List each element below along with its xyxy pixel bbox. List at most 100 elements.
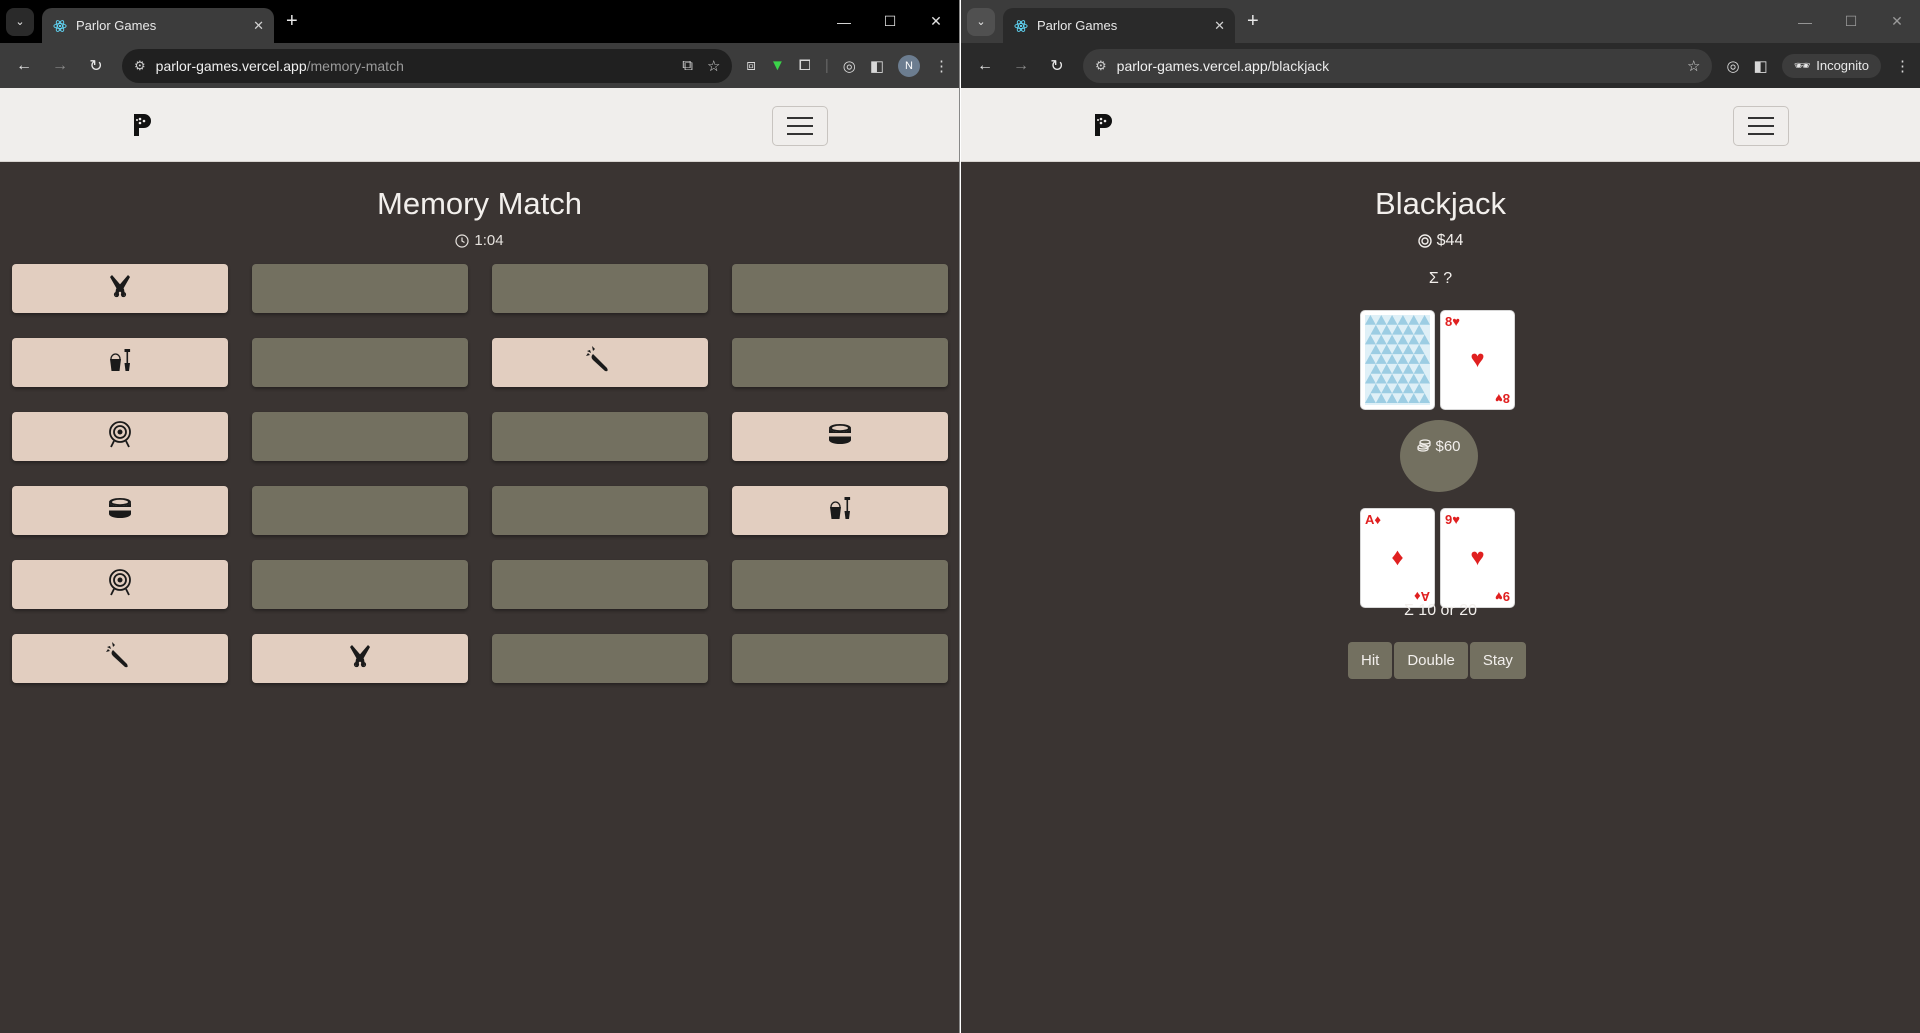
memory-tile-hidden[interactable]: [492, 634, 708, 683]
url-host: parlor-games.vercel.app: [1116, 57, 1268, 74]
double-button[interactable]: Double: [1394, 642, 1468, 679]
browser-window-blackjack: ⌄ Parlor Games ✕ + — ☐ ✕ ← → ↻ ⚙ parlor-…: [961, 0, 1920, 1033]
memory-tile-hidden[interactable]: [492, 264, 708, 313]
stay-button[interactable]: Stay: [1469, 642, 1526, 679]
menu-toggle-button[interactable]: [1733, 106, 1789, 146]
minimize-button[interactable]: —: [821, 0, 867, 43]
address-bar[interactable]: ⚙ parlor-games.vercel.app/blackjack ☆: [1083, 48, 1713, 83]
forward-button[interactable]: →: [1007, 52, 1035, 80]
tab-close-icon[interactable]: ✕: [253, 18, 264, 34]
bet-amount: $60: [1435, 438, 1461, 455]
parlor-logo-icon[interactable]: [130, 112, 156, 138]
memory-tile-hidden[interactable]: [252, 486, 468, 535]
archery-target-icon: [105, 419, 135, 454]
forward-button[interactable]: →: [46, 52, 74, 80]
memory-tile-revealed[interactable]: [12, 560, 228, 609]
card-corner-top: 8♥: [1445, 314, 1460, 329]
bookmark-star-icon[interactable]: ☆: [1687, 57, 1700, 75]
card-corner-bottom: 8♥: [1495, 391, 1510, 406]
reload-button[interactable]: ↻: [1043, 52, 1071, 80]
side-panel-icon[interactable]: ◧: [1754, 57, 1768, 75]
extension-icon[interactable]: ⧈: [746, 57, 756, 74]
incognito-label: Incognito: [1816, 58, 1869, 73]
memory-tile-hidden[interactable]: [492, 486, 708, 535]
menu-toggle-button[interactable]: [772, 106, 828, 146]
extensions-puzzle-icon[interactable]: ⧠: [799, 57, 811, 74]
playing-card: 9♥ ♥ 9♥: [1440, 508, 1515, 608]
tab-bar: ⌄ Parlor Games ✕ + — ☐ ✕: [961, 0, 1920, 43]
memory-tile-revealed[interactable]: [252, 634, 468, 683]
performance-icon[interactable]: ◎: [843, 57, 856, 75]
memory-tile-hidden[interactable]: [252, 412, 468, 461]
chip-icon: [1417, 234, 1432, 248]
memory-tile-hidden[interactable]: [492, 560, 708, 609]
new-tab-button[interactable]: +: [286, 10, 298, 33]
maximize-button[interactable]: ☐: [1828, 0, 1874, 43]
toolbar-icons: ◎ ◧ 🕶 Incognito ⋮: [1726, 53, 1910, 78]
chrome-menu-icon[interactable]: ⋮: [934, 57, 949, 75]
performance-icon[interactable]: ◎: [1726, 57, 1739, 75]
bookmark-star-icon[interactable]: ☆: [707, 57, 720, 75]
memory-tile-hidden[interactable]: [252, 264, 468, 313]
tab-title: Parlor Games: [1037, 18, 1118, 33]
hit-button[interactable]: Hit: [1348, 642, 1393, 679]
minimize-button[interactable]: —: [1782, 0, 1828, 43]
close-window-button[interactable]: ✕: [913, 0, 959, 43]
side-panel-icon[interactable]: ◧: [870, 57, 884, 75]
tin-can-icon: [105, 493, 135, 528]
new-tab-button[interactable]: +: [1247, 10, 1259, 33]
tab-search-button[interactable]: ⌄: [6, 7, 34, 36]
back-button[interactable]: ←: [10, 52, 38, 80]
memory-tile-revealed[interactable]: [12, 634, 228, 683]
crossed-pistols-icon: [105, 271, 135, 306]
maximize-button[interactable]: ☐: [867, 0, 913, 43]
memory-tile-hidden[interactable]: [732, 264, 948, 313]
memory-tile-revealed[interactable]: [732, 486, 948, 535]
install-app-icon[interactable]: ⧉: [682, 57, 693, 75]
close-window-button[interactable]: ✕: [1874, 0, 1920, 43]
playing-card: 8♥ ♥ 8♥: [1440, 310, 1515, 410]
timer: 1:04: [0, 232, 959, 249]
memory-tile-hidden[interactable]: [732, 338, 948, 387]
memory-tile-revealed[interactable]: [12, 264, 228, 313]
player-hand: A♦ ♦ A♦ 9♥ ♥ 9♥: [1360, 508, 1515, 608]
profile-avatar[interactable]: N: [898, 54, 920, 77]
chrome-menu-icon[interactable]: ⋮: [1895, 57, 1910, 75]
desktop: ⌄ Parlor Games ✕ + — ☐ ✕ ← → ↻ ⚙ parlor-…: [0, 0, 1920, 1033]
memory-tile-hidden[interactable]: [252, 560, 468, 609]
memory-tile-revealed[interactable]: [12, 486, 228, 535]
memory-tile-hidden[interactable]: [492, 412, 708, 461]
incognito-indicator[interactable]: 🕶 Incognito: [1781, 53, 1881, 78]
face-down-card: [1360, 310, 1435, 410]
parlor-logo-icon[interactable]: [1091, 112, 1117, 138]
navigation-bar: ← → ↻ ⚙ parlor-games.vercel.app/blackjac…: [961, 43, 1920, 88]
site-info-icon[interactable]: ⚙: [1095, 58, 1107, 74]
tab-close-icon[interactable]: ✕: [1214, 18, 1225, 34]
memory-tile-hidden[interactable]: [732, 560, 948, 609]
page-title: Memory Match: [377, 186, 582, 221]
site-info-icon[interactable]: ⚙: [134, 58, 146, 74]
memory-tile-revealed[interactable]: [12, 338, 228, 387]
memory-tile-revealed[interactable]: [732, 412, 948, 461]
carrot-icon: [585, 345, 615, 380]
tab-parlor-games[interactable]: Parlor Games ✕: [42, 8, 274, 43]
hamburger-line: [1748, 133, 1774, 135]
memory-tile-revealed[interactable]: [492, 338, 708, 387]
reload-button[interactable]: ↻: [82, 52, 110, 80]
url-path: /blackjack: [1267, 57, 1330, 74]
toolbar-divider: |: [824, 57, 829, 74]
diamond-suit-icon: ♦: [1391, 544, 1404, 571]
memory-tile-hidden[interactable]: [252, 338, 468, 387]
vpn-extension-icon[interactable]: ▼: [770, 57, 785, 74]
address-bar[interactable]: ⚙ parlor-games.vercel.app/memory-match ⧉…: [122, 48, 733, 83]
back-button[interactable]: ←: [971, 52, 999, 80]
action-buttons: Hit Double Stay: [1348, 642, 1526, 679]
incognito-icon: 🕶: [1793, 57, 1811, 73]
tab-bar: ⌄ Parlor Games ✕ + — ☐ ✕: [0, 0, 959, 43]
memory-tile-revealed[interactable]: [12, 412, 228, 461]
memory-tile-hidden[interactable]: [732, 634, 948, 683]
tab-parlor-games[interactable]: Parlor Games ✕: [1003, 8, 1235, 43]
tab-search-button[interactable]: ⌄: [967, 7, 995, 36]
hamburger-line: [1748, 117, 1774, 119]
heart-suit-icon: ♥: [1470, 346, 1485, 373]
